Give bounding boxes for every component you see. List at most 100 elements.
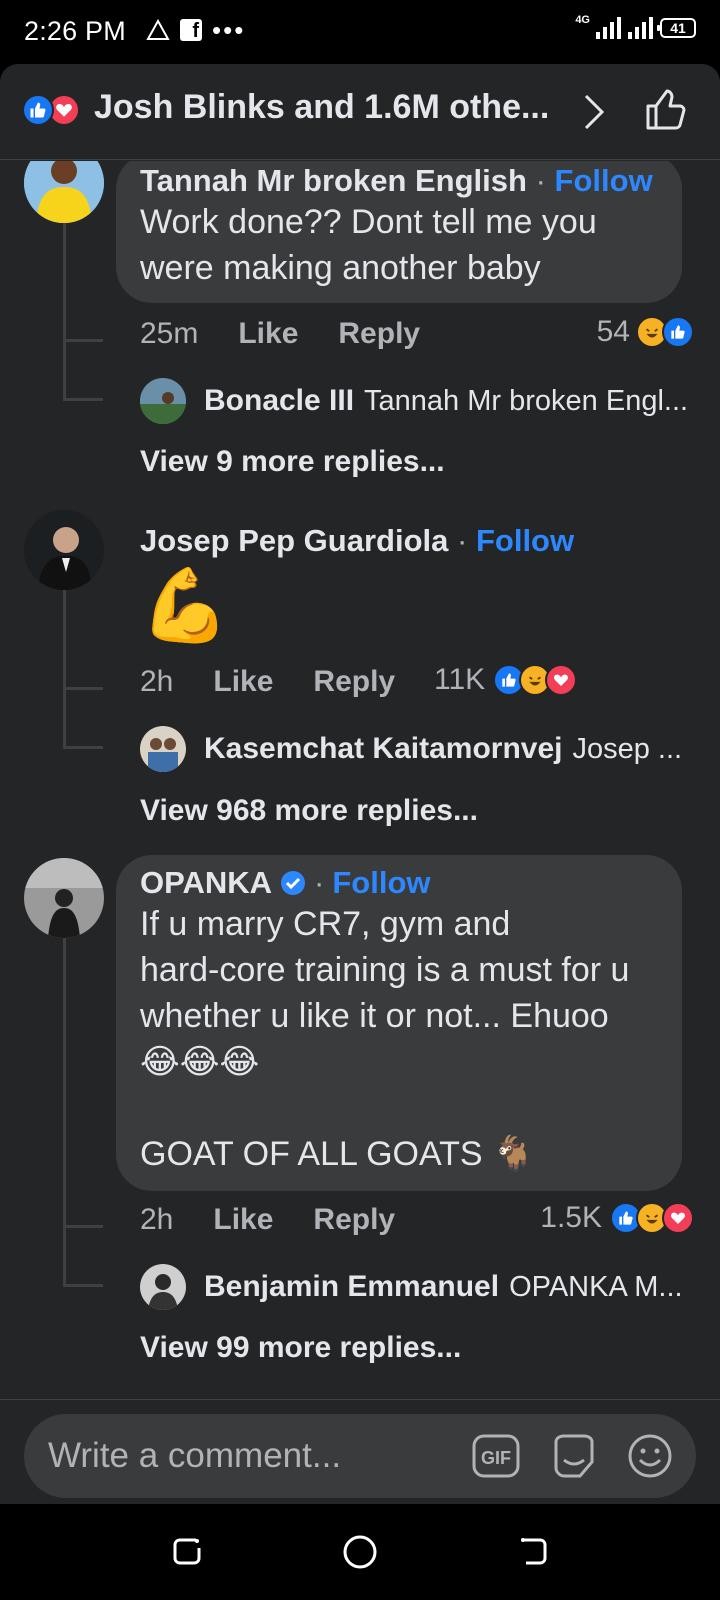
reactions-header[interactable]: Josh Blinks and 1.6M othe... — [0, 64, 720, 160]
comment-actions: 2h Like Reply — [140, 1203, 395, 1237]
thread-elbow — [63, 398, 103, 401]
gif-label: GIF — [481, 1448, 511, 1468]
comment-time[interactable]: 2h — [140, 665, 173, 699]
battery-icon: 41 — [657, 18, 696, 38]
comment-actions: 25m Like Reply — [140, 317, 420, 351]
system-nav-bar — [0, 1504, 720, 1600]
comment-text: Work done?? Dont tell me you were making… — [140, 203, 597, 287]
reply-snippet: Tannah Mr broken Engl... — [364, 384, 689, 417]
comment-text-line: GOAT OF ALL GOATS 🐐 — [140, 1135, 535, 1173]
like-button[interactable]: Like — [213, 665, 273, 699]
reaction-count[interactable]: 1.5K — [540, 1201, 694, 1235]
comment-text-line: If u marry CR7, gym and — [140, 905, 511, 943]
thread-line — [63, 937, 66, 1287]
chevron-right-icon[interactable] — [582, 92, 608, 132]
comment-bubble[interactable]: OPANKA · Follow If u marry CR7, gym and … — [116, 855, 682, 1191]
reply-author[interactable]: Bonacle III — [204, 384, 354, 418]
comment-actions: 2h Like Reply — [140, 665, 395, 699]
reply-avatar[interactable] — [140, 378, 186, 424]
comment-input[interactable] — [48, 1428, 448, 1484]
comment-author-line: Josep Pep Guardiola · Follow — [140, 523, 574, 559]
comments-panel: Josh Blinks and 1.6M othe... Tannah Mr b… — [0, 64, 720, 1504]
separator: · — [314, 865, 325, 900]
recent-apps-icon[interactable] — [170, 1534, 204, 1568]
thread-elbow — [63, 1225, 103, 1228]
reply-button[interactable]: Reply — [313, 665, 395, 699]
view-more-replies[interactable]: View 99 more replies... — [140, 1331, 461, 1365]
reactions-summary-text[interactable]: Josh Blinks and 1.6M othe... — [94, 88, 564, 127]
comments-list: Tannah Mr broken English · Follow Work d… — [0, 161, 720, 1463]
reaction-count-value: 1.5K — [540, 1201, 602, 1234]
facebook-notification-icon: f — [180, 19, 202, 42]
thread-elbow — [63, 339, 103, 342]
thread-line — [63, 221, 66, 401]
comment-time[interactable]: 2h — [140, 1203, 173, 1237]
comment-author-line: OPANKA · Follow — [140, 865, 660, 901]
thread-elbow — [63, 1284, 103, 1287]
verified-badge-icon — [281, 871, 306, 895]
signal-icon — [596, 17, 621, 39]
comment-author-line: Tannah Mr broken English · Follow — [140, 163, 660, 199]
latest-reply-preview[interactable]: Benjamin Emmanuel OPANKA M... — [140, 1264, 700, 1310]
sticker-icon[interactable] — [550, 1432, 598, 1480]
status-time: 2:26 PM — [24, 16, 126, 46]
emoji-icon[interactable] — [626, 1432, 674, 1480]
like-post-button-icon[interactable] — [644, 88, 688, 132]
back-icon[interactable] — [516, 1534, 550, 1568]
comment-author[interactable]: Josep Pep Guardiola — [140, 523, 448, 558]
like-button[interactable]: Like — [238, 317, 298, 351]
like-reaction-icon — [662, 316, 694, 348]
thread-elbow — [63, 746, 103, 749]
home-icon[interactable] — [342, 1534, 378, 1570]
comment-text-line: 😂😂😂 — [140, 1043, 260, 1081]
avatar[interactable] — [24, 161, 104, 223]
reply-snippet: OPANKA M... — [509, 1270, 683, 1303]
latest-reply-preview[interactable]: Bonacle III Tannah Mr broken Engl... — [140, 378, 700, 424]
reaction-count[interactable]: 54 — [597, 315, 694, 349]
thread-line — [63, 589, 66, 749]
comment-author[interactable]: OPANKA — [140, 865, 272, 901]
comment-text-line — [140, 1085, 660, 1131]
separator: · — [457, 523, 468, 558]
reaction-count-value: 54 — [596, 315, 630, 348]
comment-time[interactable]: 25m — [140, 317, 198, 351]
comment-text-line: whether u like it or not... Ehuoo — [140, 997, 609, 1035]
comment-bubble[interactable]: Tannah Mr broken English · Follow Work d… — [116, 161, 682, 303]
follow-button[interactable]: Follow — [476, 523, 574, 558]
reply-button[interactable]: Reply — [338, 317, 420, 351]
alert-triangle-icon — [146, 19, 170, 40]
reply-avatar[interactable] — [140, 1264, 186, 1310]
more-notifications-icon: ••• — [212, 15, 246, 45]
view-more-replies[interactable]: View 968 more replies... — [140, 794, 478, 828]
signal-icon-2 — [628, 17, 653, 39]
comment-composer[interactable]: GIF — [24, 1414, 696, 1498]
reaction-count[interactable]: 11K — [434, 663, 578, 697]
comment-emoji: 💪 — [140, 566, 230, 646]
reply-button[interactable]: Reply — [313, 1203, 395, 1237]
comment-composer-bar: GIF — [0, 1399, 720, 1504]
status-bar: 2:26 PM f ••• 4G 41 — [0, 0, 720, 64]
reply-author[interactable]: Kasemchat Kaitamornvej — [204, 732, 562, 766]
separator: · — [535, 163, 546, 198]
reaction-summary-icons — [22, 94, 88, 128]
thread-elbow — [63, 687, 103, 690]
comment-author[interactable]: Tannah Mr broken English — [140, 163, 527, 198]
love-reaction-icon — [662, 1202, 694, 1234]
status-right-icons: 4G 41 — [575, 14, 696, 39]
follow-button[interactable]: Follow — [555, 163, 653, 198]
reply-avatar[interactable] — [140, 726, 186, 772]
network-type: 4G — [575, 14, 590, 26]
reaction-count-value: 11K — [434, 663, 486, 696]
gif-icon[interactable]: GIF — [472, 1432, 520, 1480]
latest-reply-preview[interactable]: Kasemchat Kaitamornvej Josep ... — [140, 726, 700, 772]
avatar[interactable] — [24, 858, 104, 938]
reply-author[interactable]: Benjamin Emmanuel — [204, 1270, 499, 1304]
comment-text-line: hard-core training is a must for u — [140, 951, 630, 989]
avatar[interactable] — [24, 510, 104, 590]
like-button[interactable]: Like — [213, 1203, 273, 1237]
view-more-replies[interactable]: View 9 more replies... — [140, 445, 445, 479]
love-reaction-icon — [545, 664, 578, 696]
follow-button[interactable]: Follow — [332, 865, 430, 901]
like-reaction-icon — [22, 94, 54, 126]
reply-snippet: Josep ... — [572, 732, 683, 765]
